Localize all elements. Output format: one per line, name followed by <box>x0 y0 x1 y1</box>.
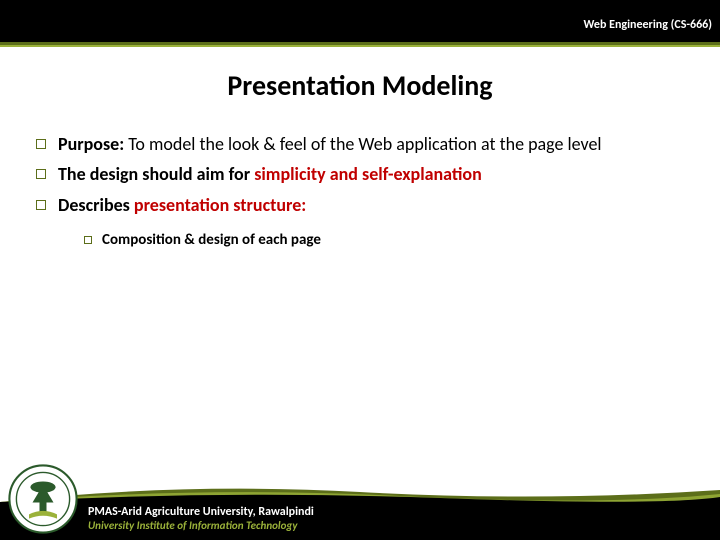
footer-university: PMAS-Arid Agriculture University, Rawalp… <box>88 505 314 519</box>
bullet-square-icon <box>36 139 46 149</box>
sub-bullet-list: Composition & design of each page <box>84 231 692 249</box>
bullet-text: The design should aim for simplicity and… <box>58 162 482 186</box>
bullet-item: Purpose: To model the look & feel of the… <box>36 132 692 156</box>
bullet-square-icon <box>84 236 92 244</box>
footer-curve <box>0 482 720 502</box>
bullet-square-icon <box>36 200 46 210</box>
header-accent-light <box>0 45 720 47</box>
sub-bullet-item: Composition & design of each page <box>84 231 692 249</box>
footer-institute: University Institute of Information Tech… <box>88 519 314 532</box>
content-area: Purpose: To model the look & feel of the… <box>36 132 692 255</box>
bullet-item: The design should aim for simplicity and… <box>36 162 692 186</box>
bullet-item: Describes presentation structure: <box>36 193 692 217</box>
course-label: Web Engineering (CS-666) <box>583 18 712 32</box>
footer-text: PMAS-Arid Agriculture University, Rawalp… <box>88 505 314 532</box>
footer: PMAS-Arid Agriculture University, Rawalp… <box>0 470 720 540</box>
university-logo <box>8 464 78 534</box>
bullet-text: Purpose: To model the look & feel of the… <box>58 132 602 156</box>
bullet-text: Describes presentation structure: <box>58 193 306 217</box>
bullet-square-icon <box>36 169 46 179</box>
slide: Web Engineering (CS-666) Presentation Mo… <box>0 0 720 540</box>
slide-title: Presentation Modeling <box>0 68 720 103</box>
sub-bullet-text: Composition & design of each page <box>102 231 321 249</box>
